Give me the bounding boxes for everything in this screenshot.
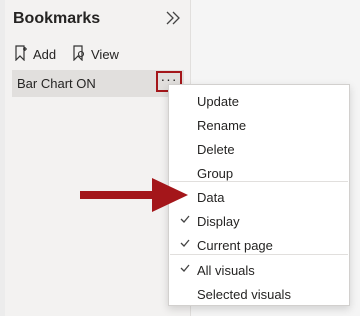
menu-item-rename[interactable]: Rename — [169, 113, 349, 137]
bookmark-view-icon — [72, 44, 91, 64]
menu-item-all-visuals[interactable]: All visuals — [169, 258, 349, 282]
menu-item-display[interactable]: Display — [169, 209, 349, 233]
add-label: Add — [33, 46, 57, 62]
menu-item-label: Delete — [197, 142, 235, 157]
pane-title: Bookmarks — [13, 10, 101, 27]
bookmark-item[interactable]: Bar Chart ON ··· — [12, 70, 184, 97]
menu-item-label: Rename — [197, 118, 247, 133]
menu-item-label: Selected visuals — [197, 287, 291, 302]
menu-item-delete[interactable]: Delete — [169, 137, 349, 161]
bookmark-label: Bar Chart ON — [17, 76, 96, 91]
menu-divider — [170, 254, 348, 255]
view-bookmark-button[interactable]: View — [72, 44, 119, 64]
menu-divider — [170, 181, 348, 182]
view-label: View — [91, 46, 119, 62]
menu-item-label: Current page — [197, 238, 273, 253]
add-bookmark-button[interactable]: Add — [14, 44, 56, 64]
menu-item-data[interactable]: Data — [169, 185, 349, 209]
checkmark-icon — [179, 237, 191, 252]
bookmarks-pane: Bookmarks Add View Bar Chart ON ··· — [5, 0, 191, 316]
menu-item-label: Update — [197, 94, 239, 109]
checkmark-icon — [179, 262, 191, 277]
menu-item-label: All visuals — [197, 263, 255, 278]
menu-item-update[interactable]: Update — [169, 89, 349, 113]
double-chevron-right-icon[interactable] — [163, 8, 183, 28]
menu-item-label: Group — [197, 166, 234, 181]
bookmark-context-menu: Update Rename Delete Group Data Display … — [168, 84, 350, 306]
menu-item-label: Data — [197, 190, 225, 205]
menu-item-label: Display — [197, 214, 240, 229]
arrow-right-icon — [80, 178, 190, 212]
menu-item-selected-visuals[interactable]: Selected visuals — [169, 282, 349, 306]
bookmark-add-icon — [14, 44, 33, 64]
more-options-icon: ··· — [160, 70, 178, 87]
checkmark-icon — [179, 213, 191, 228]
